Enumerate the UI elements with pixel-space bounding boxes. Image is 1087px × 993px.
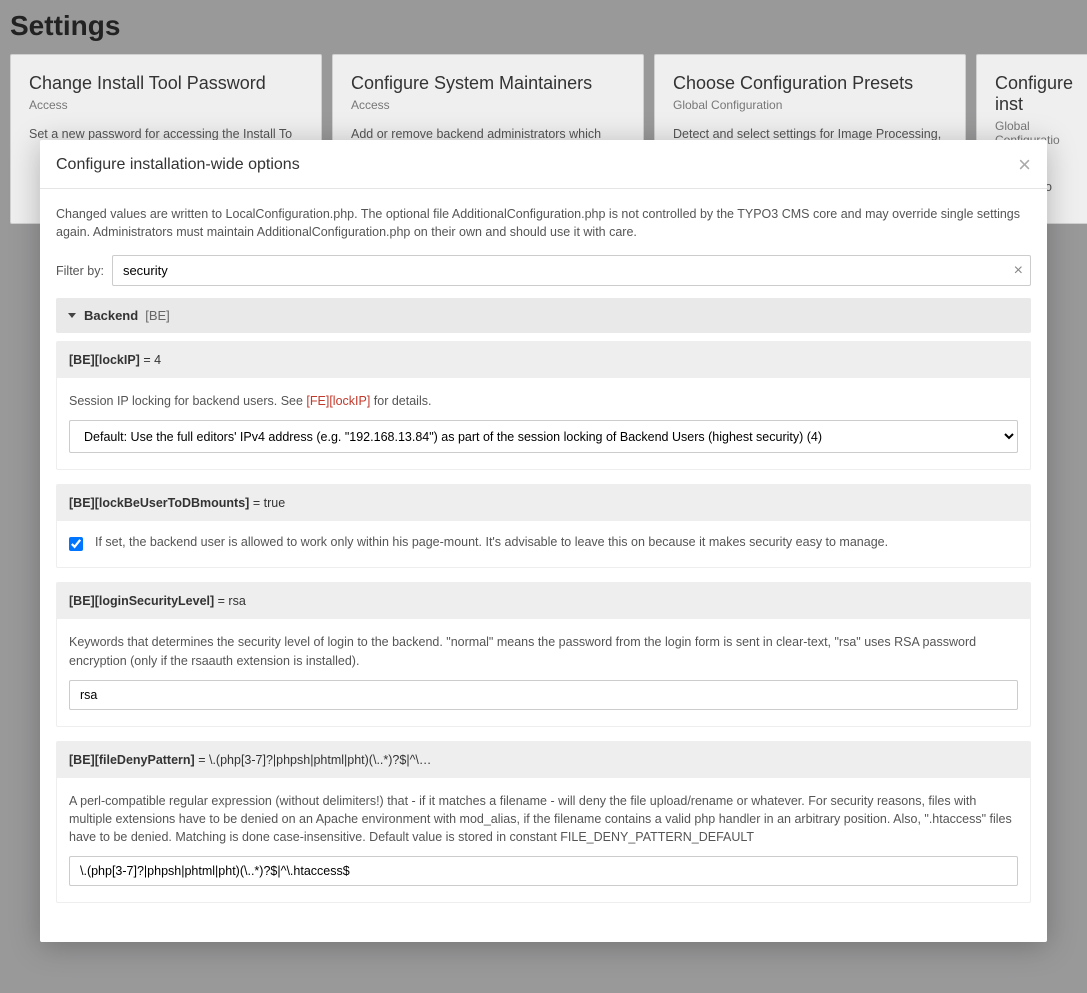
modal-scroll-area[interactable]: Changed values are written to LocalConfi… bbox=[40, 189, 1047, 942]
card-subtitle: Access bbox=[29, 98, 303, 112]
config-item-header: [BE][lockBeUserToDBmounts] = true bbox=[57, 485, 1030, 521]
config-item-header: [BE][loginSecurityLevel] = rsa bbox=[57, 583, 1030, 619]
card-title: Choose Configuration Presets bbox=[673, 73, 947, 94]
lockip-select[interactable]: Default: Use the full editors' IPv4 addr… bbox=[69, 420, 1018, 453]
card-title: Change Install Tool Password bbox=[29, 73, 303, 94]
caret-down-icon bbox=[68, 313, 76, 318]
checkbox-row[interactable]: If set, the backend user is allowed to w… bbox=[69, 535, 1018, 551]
section-toggle-backend[interactable]: Backend [BE] bbox=[56, 298, 1031, 333]
modal-header: Configure installation-wide options × bbox=[40, 140, 1047, 189]
config-ref: [FE][lockIP] bbox=[306, 394, 370, 408]
checkbox-label: If set, the backend user is allowed to w… bbox=[95, 535, 888, 549]
filter-input[interactable] bbox=[112, 255, 1031, 286]
card-title: Configure System Maintainers bbox=[351, 73, 625, 94]
config-value: = true bbox=[253, 496, 285, 510]
config-desc: Keywords that determines the security le… bbox=[69, 633, 1018, 669]
config-key: [BE][lockBeUserToDBmounts] bbox=[69, 496, 249, 510]
config-desc: Session IP locking for backend users. Se… bbox=[69, 392, 1018, 410]
modal-intro-text: Changed values are written to LocalConfi… bbox=[56, 205, 1031, 241]
page-title: Settings bbox=[10, 0, 1077, 54]
modal-title: Configure installation-wide options bbox=[56, 156, 300, 174]
config-value: = rsa bbox=[218, 594, 246, 608]
config-item-header: [BE][lockIP] = 4 bbox=[57, 342, 1030, 378]
config-item-loginsecurity: [BE][loginSecurityLevel] = rsa Keywords … bbox=[56, 582, 1031, 726]
config-value: = \.(php[3-7]?|phpsh|phtml|pht)(\..*)?$|… bbox=[198, 753, 431, 767]
close-button[interactable]: × bbox=[1018, 154, 1031, 176]
config-value: = 4 bbox=[143, 353, 161, 367]
config-key: [BE][fileDenyPattern] bbox=[69, 753, 195, 767]
section-name: Backend bbox=[84, 308, 138, 323]
config-item-lockip: [BE][lockIP] = 4 Session IP locking for … bbox=[56, 341, 1031, 470]
card-title: Configure inst bbox=[995, 73, 1077, 115]
filter-label: Filter by: bbox=[56, 264, 104, 278]
card-subtitle: Global Configuration bbox=[673, 98, 947, 112]
config-item-header: [BE][fileDenyPattern] = \.(php[3-7]?|php… bbox=[57, 742, 1030, 778]
config-key: [BE][loginSecurityLevel] bbox=[69, 594, 214, 608]
card-subtitle: Access bbox=[351, 98, 625, 112]
config-item-lockbeuser: [BE][lockBeUserToDBmounts] = true If set… bbox=[56, 484, 1031, 568]
filedenypattern-input[interactable] bbox=[69, 856, 1018, 886]
loginsecurity-input[interactable] bbox=[69, 680, 1018, 710]
config-item-filedenypattern: [BE][fileDenyPattern] = \.(php[3-7]?|php… bbox=[56, 741, 1031, 903]
config-key: [BE][lockIP] bbox=[69, 353, 140, 367]
lockbeuser-checkbox[interactable] bbox=[69, 537, 83, 551]
config-desc: A perl-compatible regular expression (wi… bbox=[69, 792, 1018, 846]
filter-clear-button[interactable]: × bbox=[1014, 262, 1023, 280]
modal-configure-options: Configure installation-wide options × Ch… bbox=[40, 140, 1047, 942]
filter-row: Filter by: × bbox=[56, 255, 1031, 286]
section-tag: [BE] bbox=[145, 308, 170, 323]
